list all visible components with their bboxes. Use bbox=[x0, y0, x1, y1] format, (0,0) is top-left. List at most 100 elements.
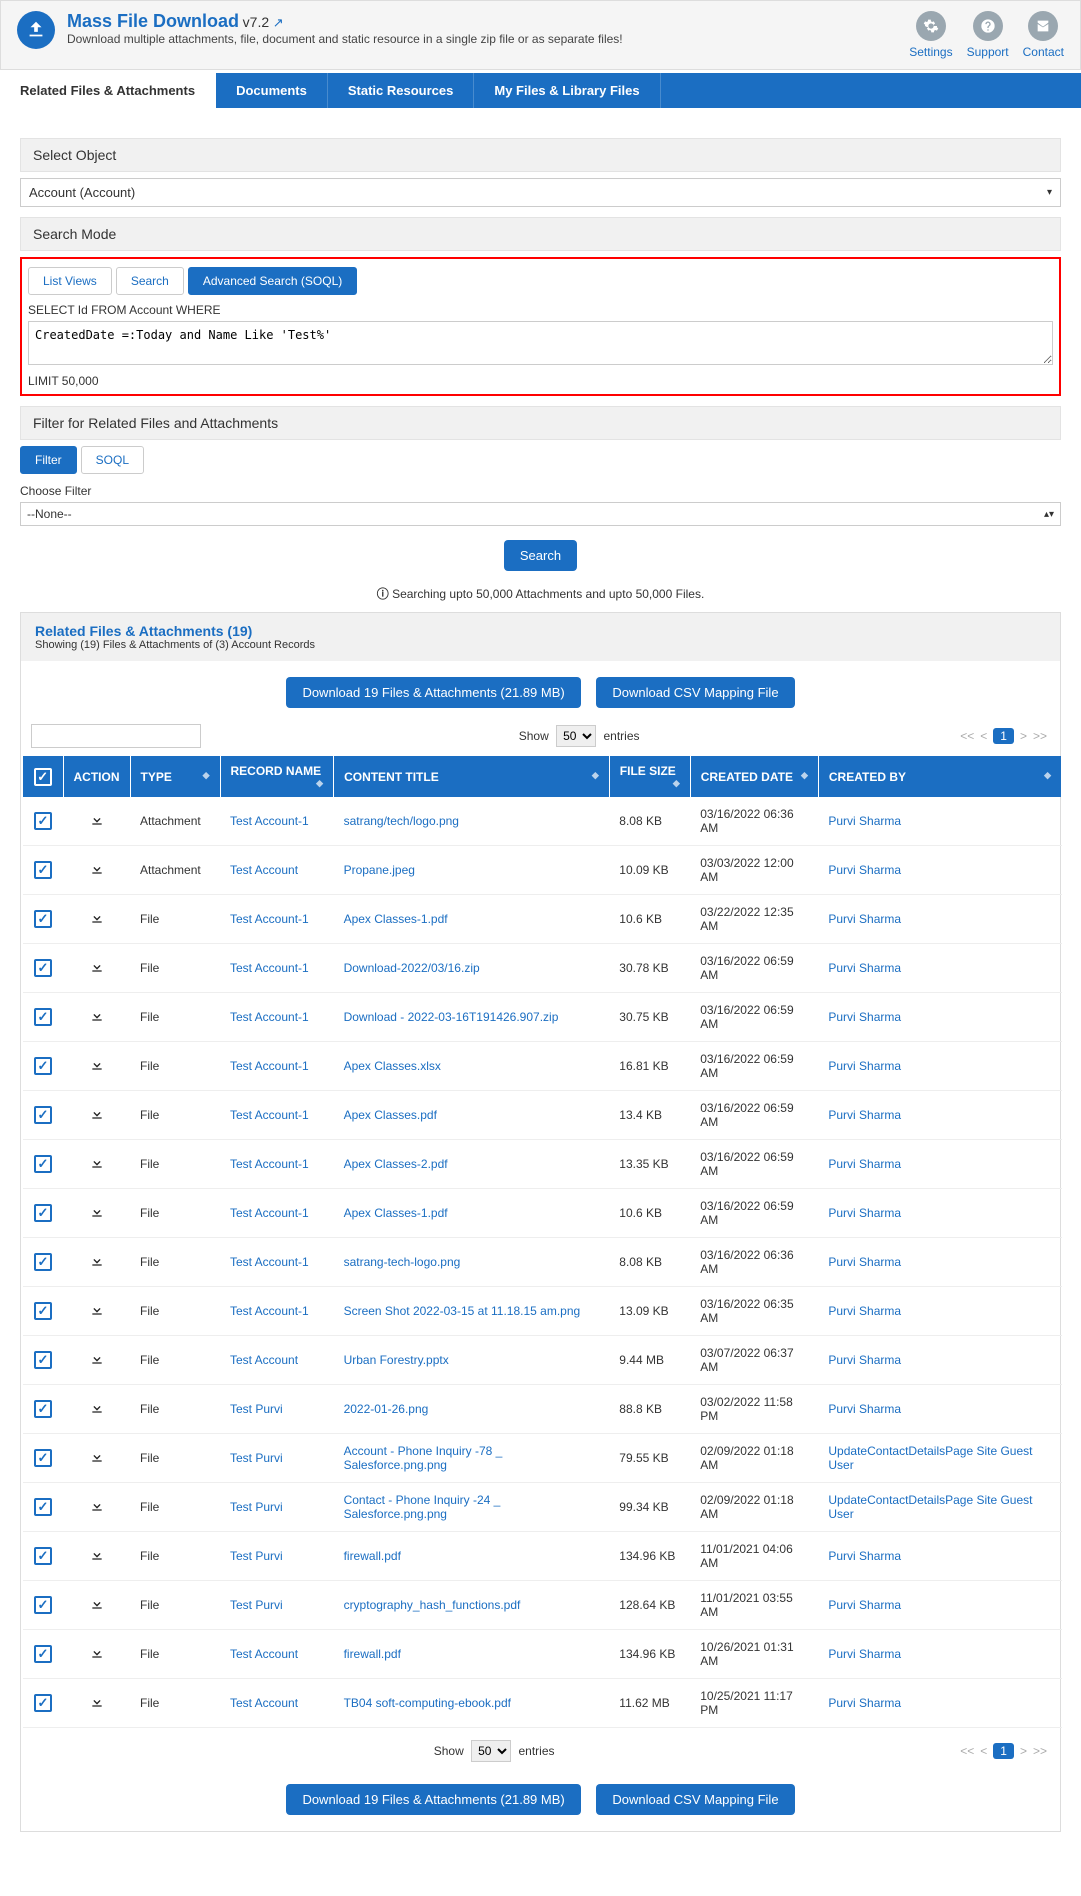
row-checkbox[interactable]: ✓ bbox=[34, 1498, 52, 1516]
content-link[interactable]: Account - Phone Inquiry -78 _ Salesforce… bbox=[344, 1444, 503, 1472]
download-icon[interactable] bbox=[89, 1547, 105, 1566]
content-link[interactable]: Screen Shot 2022-03-15 at 11.18.15 am.pn… bbox=[344, 1304, 581, 1318]
table-search-input[interactable] bbox=[31, 724, 201, 748]
record-link[interactable]: Test Account bbox=[230, 1647, 298, 1661]
main-tab[interactable]: Documents bbox=[216, 73, 328, 108]
column-header[interactable]: RECORD NAME◆ bbox=[220, 756, 334, 797]
select-all-checkbox[interactable]: ✓ bbox=[34, 768, 52, 786]
createdby-link[interactable]: Purvi Sharma bbox=[828, 1402, 901, 1416]
createdby-link[interactable]: Purvi Sharma bbox=[828, 1598, 901, 1612]
download-icon[interactable] bbox=[89, 1302, 105, 1321]
createdby-link[interactable]: Purvi Sharma bbox=[828, 961, 901, 975]
content-link[interactable]: Urban Forestry.pptx bbox=[344, 1353, 449, 1367]
content-link[interactable]: Apex Classes-1.pdf bbox=[344, 912, 448, 926]
content-link[interactable]: satrang/tech/logo.png bbox=[344, 814, 459, 828]
row-checkbox[interactable]: ✓ bbox=[34, 1645, 52, 1663]
row-checkbox[interactable]: ✓ bbox=[34, 1400, 52, 1418]
filter-tab[interactable]: SOQL bbox=[81, 446, 144, 474]
createdby-link[interactable]: Purvi Sharma bbox=[828, 1059, 901, 1073]
pager-top[interactable]: <<<1>>> bbox=[957, 728, 1050, 744]
createdby-link[interactable]: UpdateContactDetailsPage Site Guest User bbox=[828, 1444, 1032, 1472]
createdby-link[interactable]: Purvi Sharma bbox=[828, 1353, 901, 1367]
createdby-link[interactable]: Purvi Sharma bbox=[828, 1010, 901, 1024]
row-checkbox[interactable]: ✓ bbox=[34, 1694, 52, 1712]
content-link[interactable]: Apex Classes-1.pdf bbox=[344, 1206, 448, 1220]
createdby-link[interactable]: Purvi Sharma bbox=[828, 1647, 901, 1661]
column-header[interactable]: ✓ bbox=[23, 756, 63, 797]
createdby-link[interactable]: Purvi Sharma bbox=[828, 1108, 901, 1122]
column-header[interactable]: TYPE◆ bbox=[130, 756, 220, 797]
download-csv-button[interactable]: Download CSV Mapping File bbox=[596, 677, 794, 708]
row-checkbox[interactable]: ✓ bbox=[34, 1155, 52, 1173]
entries-select-bottom[interactable]: 50 bbox=[471, 1740, 511, 1762]
row-checkbox[interactable]: ✓ bbox=[34, 1106, 52, 1124]
download-files-button-bottom[interactable]: Download 19 Files & Attachments (21.89 M… bbox=[286, 1784, 580, 1815]
download-icon[interactable] bbox=[89, 1596, 105, 1615]
record-link[interactable]: Test Purvi bbox=[230, 1549, 283, 1563]
download-icon[interactable] bbox=[89, 1204, 105, 1223]
search-mode-tab[interactable]: Search bbox=[116, 267, 184, 295]
createdby-link[interactable]: Purvi Sharma bbox=[828, 1696, 901, 1710]
download-icon[interactable] bbox=[89, 1449, 105, 1468]
external-link-icon[interactable]: ↗ bbox=[273, 15, 284, 30]
record-link[interactable]: Test Account-1 bbox=[230, 1059, 309, 1073]
download-icon[interactable] bbox=[89, 1498, 105, 1517]
filter-tab[interactable]: Filter bbox=[20, 446, 77, 474]
column-header[interactable]: CONTENT TITLE◆ bbox=[334, 756, 610, 797]
object-select[interactable]: Account (Account) ▾ bbox=[20, 178, 1061, 207]
content-link[interactable]: Download - 2022-03-16T191426.907.zip bbox=[344, 1010, 559, 1024]
download-icon[interactable] bbox=[89, 1400, 105, 1419]
contact-button[interactable]: Contact bbox=[1023, 11, 1064, 59]
pager-bottom[interactable]: <<<1>>> bbox=[957, 1743, 1050, 1759]
createdby-link[interactable]: Purvi Sharma bbox=[828, 1549, 901, 1563]
row-checkbox[interactable]: ✓ bbox=[34, 1204, 52, 1222]
download-icon[interactable] bbox=[89, 812, 105, 831]
record-link[interactable]: Test Account bbox=[230, 1696, 298, 1710]
createdby-link[interactable]: Purvi Sharma bbox=[828, 1157, 901, 1171]
createdby-link[interactable]: UpdateContactDetailsPage Site Guest User bbox=[828, 1493, 1032, 1521]
download-csv-button-bottom[interactable]: Download CSV Mapping File bbox=[596, 1784, 794, 1815]
row-checkbox[interactable]: ✓ bbox=[34, 1253, 52, 1271]
createdby-link[interactable]: Purvi Sharma bbox=[828, 1206, 901, 1220]
record-link[interactable]: Test Purvi bbox=[230, 1402, 283, 1416]
filter-select[interactable]: --None-- ▴▾ bbox=[20, 502, 1061, 526]
row-checkbox[interactable]: ✓ bbox=[34, 861, 52, 879]
support-button[interactable]: Support bbox=[967, 11, 1009, 59]
record-link[interactable]: Test Account bbox=[230, 863, 298, 877]
content-link[interactable]: Apex Classes.pdf bbox=[344, 1108, 437, 1122]
download-icon[interactable] bbox=[89, 1351, 105, 1370]
record-link[interactable]: Test Account-1 bbox=[230, 1010, 309, 1024]
soql-textarea[interactable]: CreatedDate =:Today and Name Like 'Test%… bbox=[28, 321, 1053, 365]
entries-select[interactable]: 50 bbox=[556, 725, 596, 747]
search-mode-tab[interactable]: List Views bbox=[28, 267, 112, 295]
record-link[interactable]: Test Account-1 bbox=[230, 814, 309, 828]
createdby-link[interactable]: Purvi Sharma bbox=[828, 863, 901, 877]
record-link[interactable]: Test Account-1 bbox=[230, 961, 309, 975]
download-icon[interactable] bbox=[89, 1694, 105, 1713]
settings-button[interactable]: Settings bbox=[909, 11, 952, 59]
download-icon[interactable] bbox=[89, 1008, 105, 1027]
content-link[interactable]: satrang-tech-logo.png bbox=[344, 1255, 461, 1269]
row-checkbox[interactable]: ✓ bbox=[34, 1596, 52, 1614]
content-link[interactable]: Propane.jpeg bbox=[344, 863, 415, 877]
row-checkbox[interactable]: ✓ bbox=[34, 1547, 52, 1565]
row-checkbox[interactable]: ✓ bbox=[34, 812, 52, 830]
content-link[interactable]: TB04 soft-computing-ebook.pdf bbox=[344, 1696, 511, 1710]
content-link[interactable]: firewall.pdf bbox=[344, 1647, 401, 1661]
createdby-link[interactable]: Purvi Sharma bbox=[828, 1304, 901, 1318]
search-mode-tab[interactable]: Advanced Search (SOQL) bbox=[188, 267, 357, 295]
download-icon[interactable] bbox=[89, 1253, 105, 1272]
column-header[interactable]: FILE SIZE◆ bbox=[609, 756, 690, 797]
content-link[interactable]: Download-2022/03/16.zip bbox=[344, 961, 480, 975]
record-link[interactable]: Test Account bbox=[230, 1353, 298, 1367]
download-files-button[interactable]: Download 19 Files & Attachments (21.89 M… bbox=[286, 677, 580, 708]
download-icon[interactable] bbox=[89, 861, 105, 880]
main-tab[interactable]: My Files & Library Files bbox=[474, 73, 660, 108]
download-icon[interactable] bbox=[89, 1645, 105, 1664]
content-link[interactable]: cryptography_hash_functions.pdf bbox=[344, 1598, 521, 1612]
download-icon[interactable] bbox=[89, 959, 105, 978]
content-link[interactable]: firewall.pdf bbox=[344, 1549, 401, 1563]
content-link[interactable]: 2022-01-26.png bbox=[344, 1402, 429, 1416]
download-icon[interactable] bbox=[89, 1106, 105, 1125]
main-tab[interactable]: Related Files & Attachments bbox=[0, 73, 216, 108]
